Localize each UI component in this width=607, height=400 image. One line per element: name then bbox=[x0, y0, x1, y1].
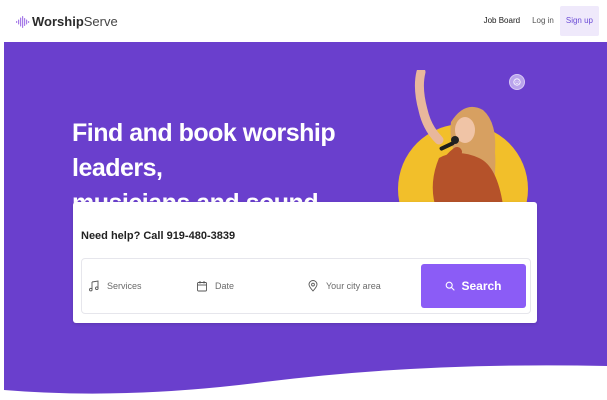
search-icon bbox=[446, 281, 456, 291]
nav-job-board[interactable]: Job Board bbox=[478, 6, 526, 36]
waveform-logo-icon bbox=[16, 15, 30, 28]
search-bar: Services Date Your city area Search bbox=[81, 258, 531, 314]
services-placeholder: Services bbox=[107, 281, 142, 291]
map-pin-icon bbox=[308, 280, 318, 292]
signup-button[interactable]: Sign up bbox=[559, 6, 599, 36]
top-navbar: WorshipServe Job Board Log in Sign up bbox=[0, 0, 607, 42]
smiley-badge-icon bbox=[513, 78, 521, 86]
hero-wave-divider bbox=[4, 365, 607, 400]
search-button-label: Search bbox=[461, 279, 502, 293]
nav-login[interactable]: Log in bbox=[526, 6, 560, 36]
date-field[interactable]: Date bbox=[196, 259, 296, 313]
city-placeholder: Your city area bbox=[326, 281, 381, 291]
brand-logo[interactable]: WorshipServe bbox=[16, 14, 118, 29]
calendar-icon bbox=[197, 281, 207, 292]
city-field[interactable]: Your city area bbox=[307, 259, 417, 313]
music-note-icon bbox=[89, 280, 99, 292]
services-field[interactable]: Services bbox=[88, 259, 188, 313]
search-card: Need help? Call 919-480-3839 Services Da… bbox=[73, 202, 537, 323]
date-placeholder: Date bbox=[215, 281, 235, 291]
nav-links: Job Board Log in Sign up bbox=[478, 6, 599, 36]
singer-illustration bbox=[414, 70, 503, 205]
search-button[interactable]: Search bbox=[421, 264, 526, 308]
smiley-badge bbox=[509, 74, 525, 90]
headline-line-1: Find and book worship leaders, bbox=[72, 119, 336, 182]
help-phone-text: Need help? Call 919-480-3839 bbox=[81, 230, 236, 242]
brand-name: WorshipServe bbox=[32, 14, 118, 29]
